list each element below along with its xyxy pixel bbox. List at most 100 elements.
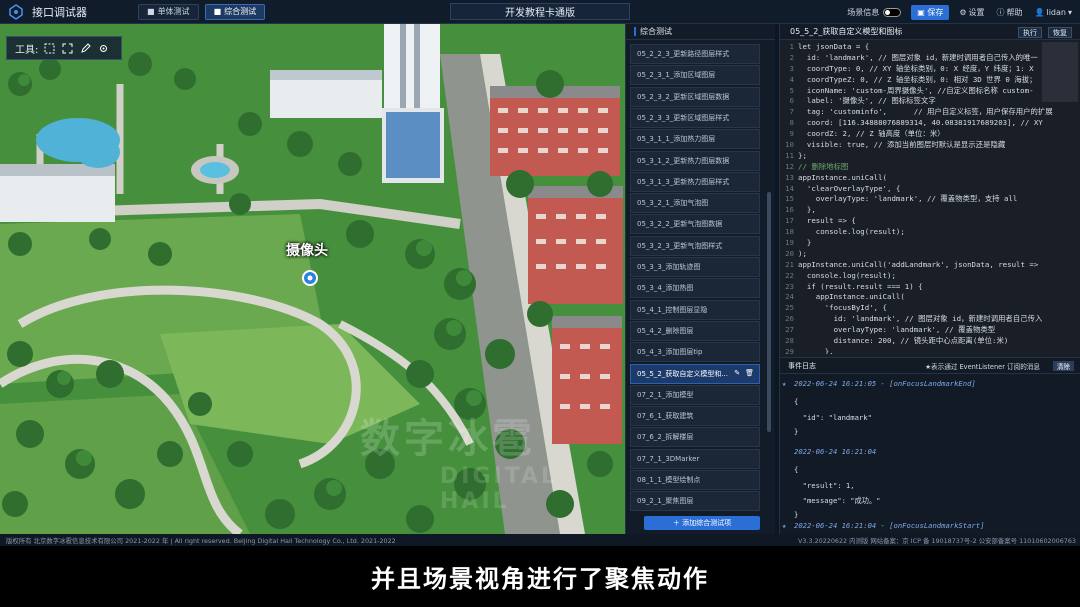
line-number: 20	[785, 248, 794, 258]
list-item[interactable]: 05_3_2_2_更新气泡图数据	[630, 214, 760, 235]
code-text: },	[798, 205, 816, 215]
list-item[interactable]: 07_2_1_添加模型	[630, 384, 760, 405]
help-label: 帮助	[1006, 7, 1023, 17]
tab-integrated-test[interactable]: ■ 综合测试	[204, 3, 266, 20]
help-button[interactable]: ⓘ 帮助	[997, 7, 1023, 18]
line-number: 16	[785, 205, 794, 215]
event-text: }	[794, 427, 799, 436]
list-item[interactable]: 05_2_3_1_添加区域图层	[630, 65, 760, 86]
event-log-header: 事件日志 ★表示通过 EventListener 订阅的消息 清除	[780, 358, 1080, 374]
line-number: 14	[785, 183, 794, 193]
landmark-label[interactable]: 摄像头	[286, 240, 328, 260]
scene-info-label: 场景信息	[847, 7, 880, 17]
list-item[interactable]: 05_4_2_删除图层	[630, 320, 760, 341]
top-bar: 接口调试器 ■ 单体测试 ■ 综合测试 开发教程卡通版 场景信息 ▣ 保存 ⚙ 设置 …	[0, 0, 1080, 24]
user-menu[interactable]: 👤 lidan ▾	[1035, 8, 1072, 17]
gear-icon[interactable]	[97, 42, 110, 55]
code-text: // 删除地标图	[798, 161, 849, 171]
list-item[interactable]: 05_3_2_3_更新气泡图样式	[630, 235, 760, 256]
trash-icon[interactable]: 🗑	[745, 369, 754, 377]
line-number: 13	[785, 172, 794, 182]
scene-viewport[interactable]: 工具: 摄像头 数字冰雹 DIGITAL HAIL	[0, 24, 625, 534]
list-item[interactable]: 05_3_1_2_更新热力图层数据	[630, 150, 760, 171]
settings-button[interactable]: ⚙ 设置	[959, 7, 984, 18]
project-title[interactable]: 开发教程卡通版	[450, 3, 630, 20]
list-item[interactable]: 05_3_1_1_添加热力图层	[630, 129, 760, 150]
event-text: 2022-06-24 16:21:04	[794, 447, 877, 456]
code-text: if (result.result === 1) {	[798, 281, 923, 291]
run-button[interactable]: 执行	[1018, 27, 1042, 38]
list-item-label: 05_5_2_获取自定义模型和...	[637, 369, 728, 378]
list-item[interactable]: 07_7_1_3DMarker	[630, 448, 760, 469]
code-text: overlayType: 'landmark', // 覆盖物类型，支持 all	[798, 194, 1018, 204]
code-line: 18 console.log(result);	[780, 227, 1080, 238]
code-line: 5 iconName: 'custom-周界摄像头', //自定义图标名称 cu…	[780, 86, 1080, 97]
save-button[interactable]: ▣ 保存	[911, 4, 950, 20]
list-item[interactable]: 05_4_1_控制图层显隐	[630, 299, 760, 320]
code-line: 17 result => {	[780, 216, 1080, 227]
list-item[interactable]: 09_2_1_聚焦图层	[630, 491, 760, 512]
code-text: result => {	[798, 216, 856, 226]
line-number: 6	[789, 96, 794, 106]
list-item[interactable]: 05_2_3_3_更新区域图层样式	[630, 107, 760, 128]
code-text: label: '摄像头', // 图标标签文字	[798, 96, 936, 106]
add-test-button[interactable]: ＋ 添加综合测试项	[644, 516, 760, 530]
list-item[interactable]: 05_3_2_1_添加气泡图	[630, 193, 760, 214]
app-title: 接口调试器	[32, 5, 87, 19]
box-select-icon[interactable]	[61, 42, 74, 55]
line-number: 22	[785, 270, 794, 280]
list-item[interactable]: 05_3_3_添加轨迹图	[630, 257, 760, 277]
list-item[interactable]: 08_1_1_模型绘制点	[630, 470, 760, 490]
list-item[interactable]: 05_2_2_3_更新路径图层样式	[630, 44, 760, 64]
code-line: 11};	[780, 151, 1080, 162]
event-text: 2022-06-24 16:21:04 - [onFocusLandmarkSt…	[794, 521, 985, 530]
list-item[interactable]: 05_5_2_获取自定义模型和... ✎ 🗑	[630, 363, 760, 384]
list-item-label: 05_2_3_2_更新区域图层数据	[637, 92, 730, 101]
event-text: }	[794, 510, 799, 519]
tab-single-test[interactable]: ■ 单体测试	[138, 3, 199, 20]
list-panel-title: 综合测试	[626, 24, 775, 40]
line-number: 9	[789, 129, 794, 139]
list-item[interactable]: 05_2_3_2_更新区域图层数据	[630, 86, 760, 107]
event-payload-line: "message": "成功。"	[794, 496, 881, 506]
line-number: 18	[785, 227, 794, 237]
save-label: 保存	[927, 7, 944, 17]
scene-info-toggle[interactable]	[883, 7, 902, 17]
code-text: id: 'landmark', // 图层对象 id，新建时调用者自己传入	[798, 314, 1043, 324]
tab-single-test-label: 单体测试	[157, 7, 190, 16]
select-icon[interactable]	[43, 42, 56, 55]
list-item[interactable]: 05_3_4_添加热图	[630, 278, 760, 299]
line-number: 26	[785, 314, 794, 324]
list-item[interactable]: 07_6_1_获取建筑	[630, 406, 760, 427]
list-item-label: 08_1_1_模型绘制点	[637, 476, 701, 484]
pencil-icon[interactable]	[79, 42, 92, 55]
chevron-down-icon: ▾	[1067, 7, 1072, 17]
code-line: 3 coordType: 0, // XY 轴坐标类别，0: X 经度，Y 纬度…	[780, 64, 1080, 75]
list-item-label: 05_3_3_添加轨迹图	[637, 263, 701, 271]
code-minimap[interactable]	[1042, 42, 1078, 102]
list-item[interactable]: 05_3_1_3_更新热力图层样式	[630, 171, 760, 192]
event-payload-line: {	[794, 465, 798, 474]
code-text: coordZ: 2, // Z 轴高度（单位：米）	[798, 129, 945, 139]
restore-button[interactable]: 恢复	[1048, 27, 1072, 38]
code-line: 14 'clearOverlayType', {	[780, 184, 1080, 195]
event-log-body: ★ 2022-06-24 16:21:05 - [onFocusLandmarkE…	[780, 375, 1080, 533]
scene-toolbar: 工具:	[6, 36, 122, 60]
code-line: 28 distance: 200, // 镜头距中心点距离(单位:米)	[780, 336, 1080, 347]
event-log-title: 事件日志	[788, 361, 816, 370]
help-icon: ⓘ	[996, 7, 1005, 17]
code-line: 20);	[780, 249, 1080, 260]
edit-icon[interactable]: ✎	[734, 369, 740, 377]
line-number: 2	[789, 52, 794, 62]
list-item-label: 05_3_1_3_更新热力图层样式	[637, 177, 730, 186]
code-editor[interactable]: 1 let jsonData = {2 id: 'landmark', // 图层…	[780, 42, 1080, 354]
line-number: 25	[785, 303, 794, 313]
line-number: 8	[789, 118, 794, 128]
video-subtitle: 并且场景视角进行了聚焦动作	[0, 546, 1080, 607]
list-scrollbar[interactable]	[767, 192, 771, 432]
list-item[interactable]: 07_6_2_拆解楼层	[630, 427, 760, 448]
code-text: distance: 200, // 镜头距中心点距离(单位:米)	[798, 336, 1009, 346]
clear-log-button[interactable]: 清除	[1052, 361, 1074, 371]
list-item[interactable]: 05_4_3_添加图层tip	[630, 342, 760, 363]
event-log-note: ★表示通过 EventListener 订阅的消息	[925, 362, 1040, 371]
